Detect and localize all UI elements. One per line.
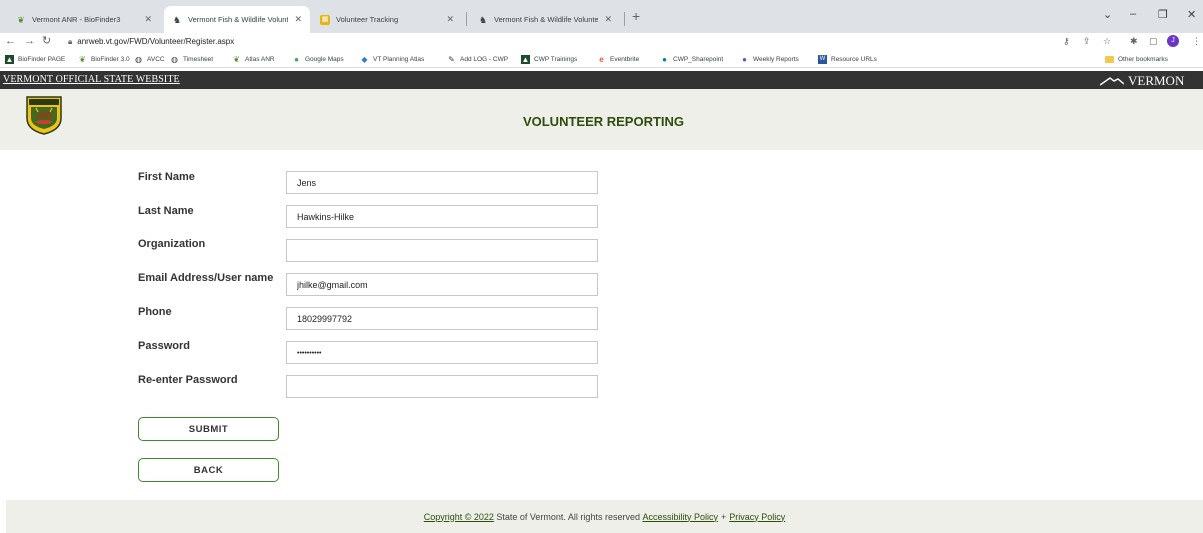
close-icon[interactable]: ✕ (294, 14, 302, 25)
submit-button[interactable]: SUBMIT (138, 417, 279, 441)
email-input[interactable] (286, 273, 598, 296)
bookmark-item[interactable]: ✎ Add LOG - CWP (447, 53, 508, 65)
share-icon[interactable]: ⇪ (1083, 35, 1091, 47)
last-name-label: Last Name (138, 205, 194, 217)
minimize-icon[interactable]: – (1130, 8, 1136, 20)
log-icon: ✎ (448, 54, 455, 64)
vermont-logo[interactable]: VERMON (1100, 73, 1184, 89)
new-tab-plus-icon[interactable]: + (632, 9, 640, 23)
back-button[interactable]: BACK (138, 458, 279, 482)
extensions-icon[interactable]: ✱ (1130, 35, 1138, 47)
copyright-link[interactable]: Copyright © 2022 (424, 512, 494, 522)
globe-icon: ◍ (135, 54, 142, 64)
address-bar[interactable]: 🔒︎ anrweb.vt.gov/FWD/Volunteer/Register.… (68, 34, 234, 49)
mountain-icon: ▲ (5, 54, 14, 64)
site-footer: Copyright © 2022 State of Vermont. All r… (6, 500, 1203, 533)
lock-icon: 🔒︎ (68, 36, 73, 46)
browser-tab-label: Vermont Fish & Wildlife Volunte (188, 15, 289, 24)
accessibility-policy-link[interactable]: Accessibility Policy (642, 512, 718, 522)
back-arrow-icon[interactable]: ← (5, 34, 16, 48)
last-name-input[interactable] (286, 205, 598, 228)
first-name-label: First Name (138, 171, 195, 183)
tab-divider (466, 12, 467, 26)
browser-tab-label: Volunteer Tracking (336, 15, 399, 24)
reenter-password-input[interactable] (286, 375, 598, 398)
official-state-link[interactable]: VERMONT OFFICIAL STATE WEBSITE (3, 74, 180, 85)
other-bookmarks[interactable]: Other bookmarks (1105, 53, 1168, 65)
browser-tab[interactable]: ▦ Volunteer Tracking ✕ (312, 6, 462, 33)
fish-wildlife-badge-icon[interactable] (24, 94, 64, 136)
page-title: VOLUNTEER REPORTING (522, 114, 685, 129)
leaf-icon: ❦ (17, 14, 25, 25)
map-pin-icon: ● (294, 54, 299, 64)
close-icon[interactable]: ✕ (446, 14, 454, 25)
bookmark-item[interactable]: W Resource URLs (818, 53, 877, 65)
bookmark-item[interactable]: ▲ BioFinder PAGE (5, 53, 65, 65)
eventbrite-icon: e (599, 54, 604, 64)
forward-arrow-icon[interactable]: → (24, 34, 35, 48)
footer-text: State of Vermont. All rights reserved (493, 511, 643, 522)
sharepoint-icon: ● (662, 54, 667, 64)
side-panel-icon[interactable]: ▢ (1149, 35, 1158, 47)
phone-input[interactable] (286, 307, 598, 330)
organization-label: Organization (138, 238, 206, 250)
menu-kebab-icon[interactable]: ⋮ (1192, 35, 1201, 47)
moose-icon: ♞ (172, 14, 182, 25)
privacy-policy-link[interactable]: Privacy Policy (729, 512, 785, 522)
profile-avatar[interactable]: J (1167, 35, 1179, 47)
browser-tab-label: Vermont ANR - BioFinder3 (32, 15, 121, 24)
url-text: anrweb.vt.gov/FWD/Volunteer/Register.asp… (77, 37, 235, 46)
leaf-icon: ❦ (79, 54, 86, 64)
bookmark-item[interactable]: ◍ Timesheet (170, 53, 213, 65)
browser-tab[interactable]: ❦ Vermont ANR - BioFinder3 ✕ (8, 6, 160, 33)
site-header: VOLUNTEER REPORTING (0, 89, 1203, 150)
browser-tab-label: Vermont Fish & Wildlife Volunte (494, 15, 599, 24)
restore-icon[interactable]: ❐ (1158, 8, 1168, 21)
teams-icon: ● (742, 54, 747, 64)
mountain-icon: ▲ (521, 54, 530, 64)
bookmark-item[interactable]: ❦ BioFinder 3.0 (78, 53, 130, 65)
window-close-icon[interactable]: ✕ (1187, 8, 1196, 21)
footer-separator: + (721, 511, 727, 522)
sheet-icon: ▦ (320, 14, 330, 25)
moose-icon: ♞ (478, 14, 488, 25)
bookmarks-bar: ▲ BioFinder PAGE ❦ BioFinder 3.0 ◍ AVCC ◍ Ti… (0, 50, 1203, 68)
close-icon[interactable]: ✕ (604, 14, 612, 25)
atlas-icon: ◆ (361, 54, 368, 64)
reload-icon[interactable]: ↻ (42, 34, 51, 48)
globe-icon: ◍ (171, 54, 178, 64)
bookmark-item[interactable]: ● Google Maps (292, 53, 344, 65)
organization-input[interactable] (286, 239, 598, 262)
bookmark-item[interactable]: ● CWP_Sharepoint (660, 53, 723, 65)
key-icon[interactable]: ⚷ (1063, 35, 1070, 47)
password-label: Password (138, 340, 190, 352)
word-icon: W (818, 54, 827, 64)
bookmark-item[interactable]: ◍ AVCC (134, 53, 165, 65)
bookmark-item[interactable]: ▲ CWP Trainings (521, 53, 577, 65)
browser-tab-active[interactable]: ♞ Vermont Fish & Wildlife Volunte ✕ (164, 6, 310, 33)
state-website-banner: VERMONT OFFICIAL STATE WEBSITE VERMON (0, 71, 1203, 89)
leaf-icon: ❦ (233, 54, 240, 64)
password-input[interactable] (286, 341, 598, 364)
phone-label: Phone (138, 306, 172, 318)
first-name-input[interactable] (286, 171, 598, 194)
tab-search-chevron-icon[interactable]: ⌄ (1103, 8, 1112, 21)
browser-tab-bar: ❦ Vermont ANR - BioFinder3 ✕ ♞ Vermont F… (0, 0, 1203, 33)
tab-divider (624, 12, 625, 26)
folder-icon (1105, 55, 1114, 63)
close-icon[interactable]: ✕ (144, 14, 152, 25)
bookmark-item[interactable]: ❦ Atlas ANR (232, 53, 274, 65)
bookmark-item[interactable]: e Eventbrite (597, 53, 639, 65)
star-icon[interactable]: ☆ (1103, 35, 1111, 47)
mountain-logo-icon (1100, 77, 1124, 86)
reenter-password-label: Re-enter Password (138, 374, 238, 386)
browser-tab[interactable]: ♞ Vermont Fish & Wildlife Volunte ✕ (470, 6, 620, 33)
email-label: Email Address/User name (138, 272, 274, 284)
bookmark-item[interactable]: ◆ VT Planning Atlas (360, 53, 424, 65)
bookmark-item[interactable]: ● Weekly Reports (740, 53, 799, 65)
